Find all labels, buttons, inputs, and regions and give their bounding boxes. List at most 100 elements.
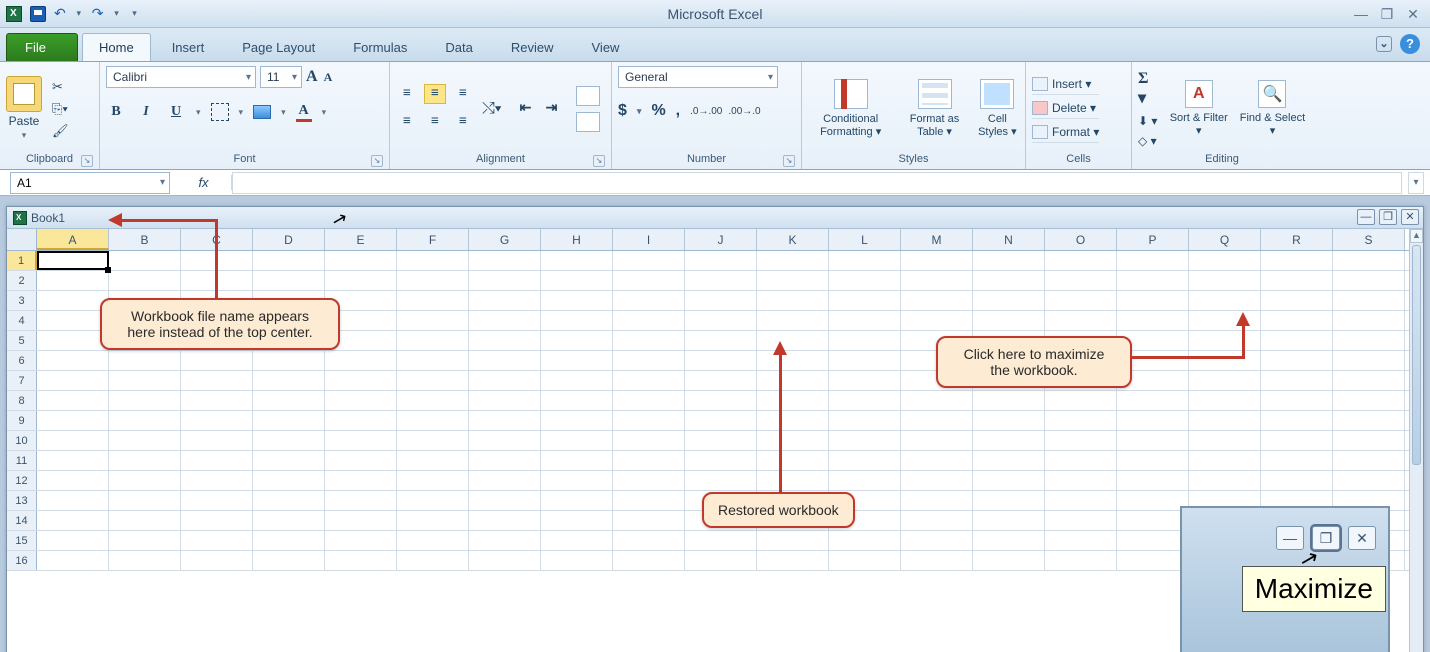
cell[interactable] xyxy=(757,411,829,430)
cell[interactable] xyxy=(1117,271,1189,290)
cell[interactable] xyxy=(469,451,541,470)
cell[interactable] xyxy=(37,251,109,270)
cell[interactable] xyxy=(397,251,469,270)
col-header-I[interactable]: I xyxy=(613,229,685,250)
cell[interactable] xyxy=(1333,251,1405,270)
cell[interactable] xyxy=(181,431,253,450)
cell[interactable] xyxy=(469,511,541,530)
cell[interactable] xyxy=(397,431,469,450)
wrap-text-icon[interactable] xyxy=(576,86,600,106)
cell[interactable] xyxy=(1261,391,1333,410)
cell[interactable] xyxy=(613,411,685,430)
col-header-P[interactable]: P xyxy=(1117,229,1189,250)
cell[interactable] xyxy=(469,411,541,430)
cell[interactable] xyxy=(109,531,181,550)
font-launcher[interactable]: ↘ xyxy=(371,155,383,167)
cell[interactable] xyxy=(613,391,685,410)
cell[interactable] xyxy=(253,451,325,470)
align-bottom-icon[interactable]: ≡ xyxy=(452,84,474,104)
cell[interactable] xyxy=(901,391,973,410)
col-header-F[interactable]: F xyxy=(397,229,469,250)
cell[interactable] xyxy=(181,351,253,370)
cell[interactable] xyxy=(1333,271,1405,290)
cell[interactable] xyxy=(1333,291,1405,310)
cell[interactable] xyxy=(253,551,325,570)
cell[interactable] xyxy=(181,531,253,550)
decrease-decimal-icon[interactable]: .00→.0 xyxy=(728,106,760,117)
cell[interactable] xyxy=(253,411,325,430)
cell[interactable] xyxy=(397,411,469,430)
col-header-O[interactable]: O xyxy=(1045,229,1117,250)
cell[interactable] xyxy=(901,471,973,490)
cell[interactable] xyxy=(613,291,685,310)
formula-bar-expand[interactable]: ▾ xyxy=(1408,172,1424,194)
cell[interactable] xyxy=(1189,431,1261,450)
cell[interactable] xyxy=(37,511,109,530)
cell[interactable] xyxy=(253,431,325,450)
cell[interactable] xyxy=(1261,411,1333,430)
cell[interactable] xyxy=(109,251,181,270)
cell[interactable] xyxy=(469,471,541,490)
tab-view[interactable]: View xyxy=(575,33,637,61)
cell[interactable] xyxy=(973,471,1045,490)
cell[interactable] xyxy=(37,531,109,550)
cell[interactable] xyxy=(253,471,325,490)
cell[interactable] xyxy=(829,271,901,290)
alignment-launcher[interactable]: ↘ xyxy=(593,155,605,167)
cell[interactable] xyxy=(1117,551,1189,570)
cell[interactable] xyxy=(685,471,757,490)
cell[interactable] xyxy=(541,251,613,270)
redo-icon[interactable]: ↷ xyxy=(92,5,104,22)
underline-button[interactable]: U xyxy=(166,102,186,122)
orientation-icon[interactable]: ⤭▾ xyxy=(482,100,502,118)
cell[interactable] xyxy=(1333,391,1405,410)
cell[interactable] xyxy=(325,531,397,550)
cell[interactable] xyxy=(613,531,685,550)
shrink-font-icon[interactable]: A xyxy=(324,70,333,85)
number-launcher[interactable]: ↘ xyxy=(783,155,795,167)
cell[interactable] xyxy=(541,491,613,510)
cell[interactable] xyxy=(37,311,109,330)
cell[interactable] xyxy=(613,331,685,350)
col-header-S[interactable]: S xyxy=(1333,229,1405,250)
cell[interactable] xyxy=(973,251,1045,270)
cell[interactable] xyxy=(541,371,613,390)
cell[interactable] xyxy=(181,391,253,410)
cell[interactable] xyxy=(37,431,109,450)
cell[interactable] xyxy=(1261,471,1333,490)
cell[interactable] xyxy=(829,551,901,570)
increase-indent-icon[interactable]: ⇥ xyxy=(542,99,562,119)
col-header-K[interactable]: K xyxy=(757,229,829,250)
decrease-indent-icon[interactable]: ⇤ xyxy=(516,99,536,119)
align-right-icon[interactable]: ≡ xyxy=(452,112,474,132)
cell[interactable] xyxy=(1189,371,1261,390)
cell[interactable] xyxy=(685,371,757,390)
cell[interactable] xyxy=(973,531,1045,550)
select-all-corner[interactable] xyxy=(7,229,37,250)
row-header[interactable]: 15 xyxy=(7,531,37,550)
cell[interactable] xyxy=(253,391,325,410)
cell[interactable] xyxy=(685,251,757,270)
cell[interactable] xyxy=(181,551,253,570)
tab-review[interactable]: Review xyxy=(494,33,571,61)
cell[interactable] xyxy=(1333,471,1405,490)
cell[interactable] xyxy=(901,431,973,450)
cell[interactable] xyxy=(757,251,829,270)
cell[interactable] xyxy=(1045,311,1117,330)
cell[interactable] xyxy=(685,411,757,430)
cell[interactable] xyxy=(541,291,613,310)
clipboard-launcher[interactable]: ↘ xyxy=(81,155,93,167)
cell[interactable] xyxy=(397,371,469,390)
cell[interactable] xyxy=(109,391,181,410)
cell[interactable] xyxy=(469,311,541,330)
cell[interactable] xyxy=(109,371,181,390)
cell[interactable] xyxy=(541,431,613,450)
cell[interactable] xyxy=(829,351,901,370)
zoom-minimize-icon[interactable]: — xyxy=(1276,526,1304,550)
cell[interactable] xyxy=(109,411,181,430)
cell[interactable] xyxy=(685,271,757,290)
cell[interactable] xyxy=(757,451,829,470)
cell[interactable] xyxy=(685,351,757,370)
row-header[interactable]: 11 xyxy=(7,451,37,470)
cell[interactable] xyxy=(325,511,397,530)
